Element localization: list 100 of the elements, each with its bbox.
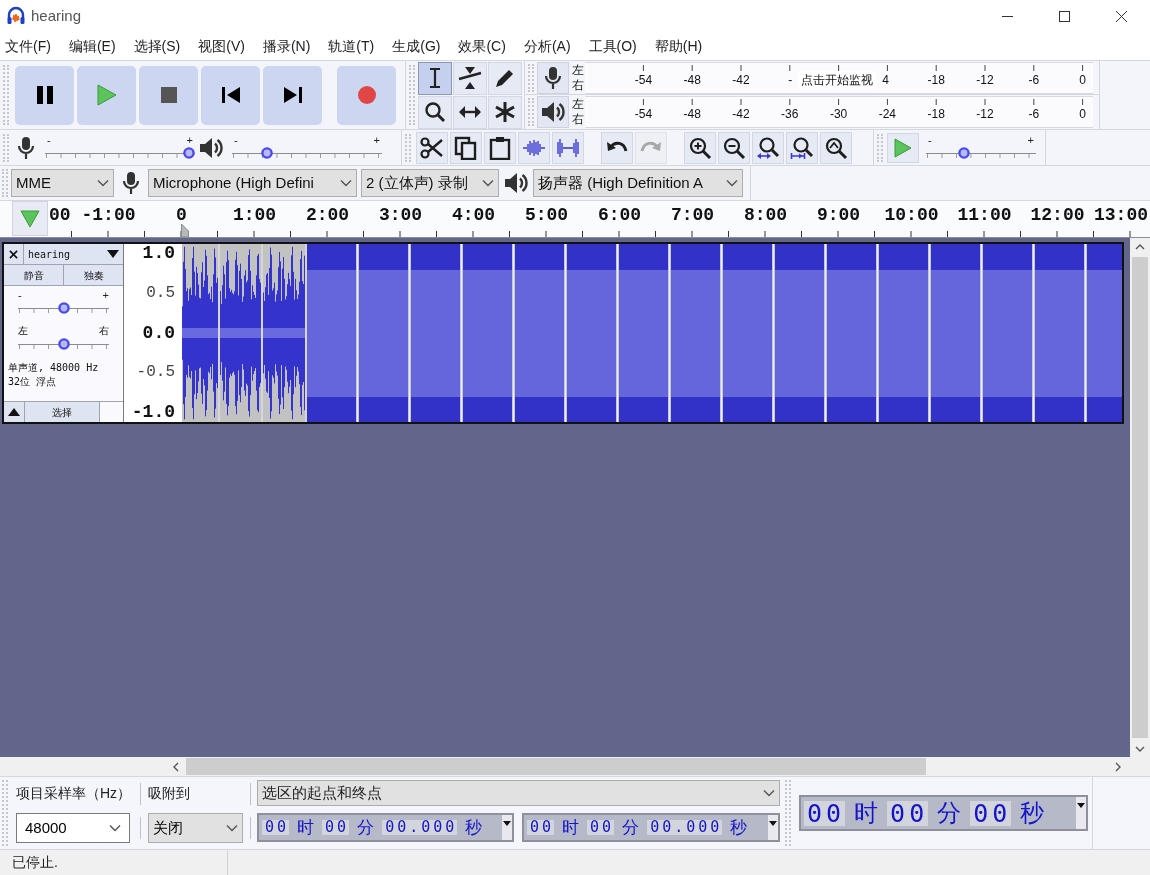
slider-max-label: + (373, 134, 380, 145)
slider-max-label: + (102, 290, 109, 300)
time-unit: 时 (296, 819, 316, 836)
skip-to-start-button[interactable] (201, 65, 260, 125)
channel-label: 右 (572, 112, 584, 127)
dropdown-triangle-icon (503, 821, 511, 826)
meter-scale-label: -30 (829, 106, 848, 123)
maximize-icon (1059, 10, 1070, 22)
paste-button[interactable] (484, 131, 516, 164)
time-unit: 分 (621, 819, 641, 836)
time-shift-tool-button[interactable] (453, 95, 487, 129)
record-button[interactable] (337, 65, 396, 125)
up-triangle-icon (8, 408, 20, 416)
recording-channels-dropdown[interactable]: 2 (立体声) 录制 (361, 169, 499, 197)
menu-item[interactable]: 播录(N) (262, 35, 311, 57)
time-unit: 秒 (1019, 801, 1046, 825)
fit-selection-button[interactable] (752, 131, 784, 164)
play-at-speed-button[interactable] (887, 132, 919, 163)
menu-item[interactable]: 分析(A) (523, 35, 571, 57)
meter-scale-label: -54 (634, 106, 653, 123)
slider-thumb[interactable] (57, 302, 70, 314)
zoom-toggle-icon (824, 135, 848, 160)
record-icon (356, 85, 377, 105)
stop-button[interactable] (139, 65, 198, 125)
asterisk-icon (493, 100, 517, 124)
timeline-label: 10:00 (884, 205, 939, 225)
time-unit: 时 (561, 819, 581, 836)
snap-to-label: 吸附到 (148, 784, 190, 803)
menu-item[interactable]: 工具(O) (588, 35, 637, 57)
sample-rate-field[interactable]: 48000 (16, 813, 130, 843)
record-meter-button[interactable] (537, 61, 569, 94)
playback-meter-button[interactable] (537, 96, 569, 128)
trim-audio-button[interactable] (518, 131, 550, 164)
monitor-prompt[interactable]: 点击开始监视 (798, 70, 877, 89)
timeline-label: 2:00 (305, 205, 350, 225)
mute-button[interactable]: 静音 (4, 265, 64, 285)
timeline-label: 6:00 (597, 205, 642, 225)
pause-icon (35, 85, 54, 105)
meter-scale-label: -54 (634, 71, 653, 89)
amplitude-label: 0.5 (146, 283, 175, 303)
track-name-menu[interactable]: hearing (24, 244, 123, 264)
menu-item[interactable]: 视图(V) (198, 35, 245, 57)
menu-item[interactable]: 选择(S) (133, 35, 181, 57)
menu-item[interactable]: 文件(F) (5, 35, 51, 57)
undo-button[interactable] (601, 131, 633, 164)
select-track-button[interactable]: 选择 (25, 402, 100, 422)
timeline-label: 3:00 (378, 205, 423, 225)
zoom-in-button[interactable] (684, 131, 716, 164)
snap-to-dropdown[interactable]: 关闭 (148, 813, 243, 843)
meter-scale-label: - (788, 71, 793, 89)
skip-to-end-button[interactable] (263, 65, 322, 125)
time-unit: 秒 (729, 819, 749, 836)
slider-min-label: - (928, 134, 932, 145)
audio-host-dropdown[interactable]: MME (11, 169, 114, 197)
slider-thumb[interactable] (57, 338, 70, 350)
solo-button[interactable]: 独奏 (64, 265, 123, 285)
zoom-out-button[interactable] (718, 131, 750, 164)
selection-start-time[interactable]: 00 时 00 分 00.000 秒 (257, 813, 514, 842)
scissors-icon (420, 135, 444, 160)
timeline-label: 9:00 (816, 205, 861, 225)
time-digits: 00 (587, 820, 615, 835)
silence-audio-button[interactable] (552, 131, 584, 164)
amplitude-label: -0.5 (136, 363, 175, 383)
time-format-dropdown[interactable]: 选区的起点和终点 (257, 780, 780, 806)
menu-item[interactable]: 效果(C) (458, 35, 506, 57)
close-icon (9, 249, 18, 259)
fit-project-button[interactable] (786, 131, 818, 164)
pan-right-label: 右 (99, 325, 109, 336)
time-unit: 秒 (464, 819, 484, 836)
audio-position-time[interactable]: 00 时 00 分 00 秒 (799, 795, 1088, 831)
selection-end-time[interactable]: 00 时 00 分 00.000 秒 (522, 813, 780, 842)
multi-tool-button[interactable] (488, 95, 522, 129)
menu-item[interactable]: 帮助(H) (654, 35, 703, 57)
recording-device-dropdown[interactable]: Microphone (High Defini (148, 169, 357, 197)
slider-thumb[interactable] (260, 146, 273, 159)
cut-button[interactable] (416, 131, 448, 164)
timeline-label: 13:00 (1094, 205, 1148, 225)
chevron-left-icon (173, 761, 179, 772)
channel-label: 左 (572, 97, 584, 112)
zoom-toggle-button[interactable] (820, 131, 852, 164)
skip-to-end-icon (282, 85, 303, 105)
pause-button[interactable] (15, 65, 74, 125)
copy-button[interactable] (450, 131, 482, 164)
selection-tool-button[interactable] (418, 61, 452, 95)
draw-tool-button[interactable] (488, 61, 522, 95)
scrollbar-thumb[interactable] (186, 758, 926, 775)
zoom-tool-button[interactable] (418, 95, 452, 129)
slider-thumb[interactable] (183, 146, 195, 159)
menu-item[interactable]: 编辑(E) (68, 35, 116, 57)
menu-item[interactable]: 生成(G) (392, 35, 441, 57)
envelope-tool-button[interactable] (453, 61, 487, 95)
scrollbar-thumb[interactable] (1132, 257, 1148, 738)
meter-scale-label: -36 (781, 106, 799, 123)
slider-thumb[interactable] (958, 146, 971, 159)
playback-device-dropdown[interactable]: 扬声器 (High Definition A (533, 169, 743, 197)
headphones-logo-icon (6, 6, 26, 26)
menu-item[interactable]: 轨道(T) (328, 35, 375, 57)
sample-rate-label: 项目采样率（Hz） (16, 784, 132, 803)
meter-scale-label: -18 (927, 106, 945, 123)
minimize-icon (1002, 15, 1013, 17)
